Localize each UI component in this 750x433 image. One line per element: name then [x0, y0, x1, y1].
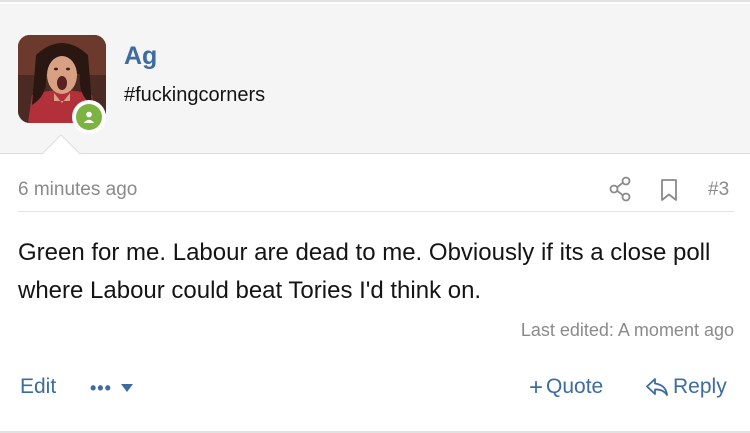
chevron-down-icon	[120, 384, 133, 392]
post-timestamp[interactable]: 6 minutes ago	[18, 179, 137, 201]
post-message: Green for me. Labour are dead to me. Obv…	[18, 239, 711, 304]
quote-label: Quote	[546, 375, 604, 398]
reply-arrow-icon	[646, 378, 668, 396]
post-actions: Edit ••• + Quote Reply	[18, 372, 734, 404]
reply-button[interactable]: Reply	[645, 375, 727, 399]
user-title: #fuckingcorners	[124, 84, 266, 106]
online-status-badge	[72, 100, 106, 134]
post-container: Ag #fuckingcorners 6 minutes ago #3 Gree…	[0, 0, 750, 433]
share-icon[interactable]	[608, 176, 632, 202]
username[interactable]: Ag	[124, 42, 157, 71]
post-number[interactable]: #3	[708, 179, 729, 201]
ellipsis-icon: •••	[90, 377, 112, 398]
user-header: Ag #fuckingcorners	[0, 4, 750, 154]
post-meta: 6 minutes ago #3	[18, 174, 734, 212]
last-edited: Last edited: A moment ago	[520, 320, 734, 340]
edit-button[interactable]: Edit	[20, 375, 56, 399]
reply-label: Reply	[673, 375, 727, 398]
bookmark-icon[interactable]	[658, 178, 680, 202]
more-actions-menu[interactable]: •••	[90, 376, 134, 400]
user-icon	[83, 111, 95, 123]
plus-icon: +	[529, 373, 544, 401]
quote-button[interactable]: + Quote	[529, 375, 603, 399]
